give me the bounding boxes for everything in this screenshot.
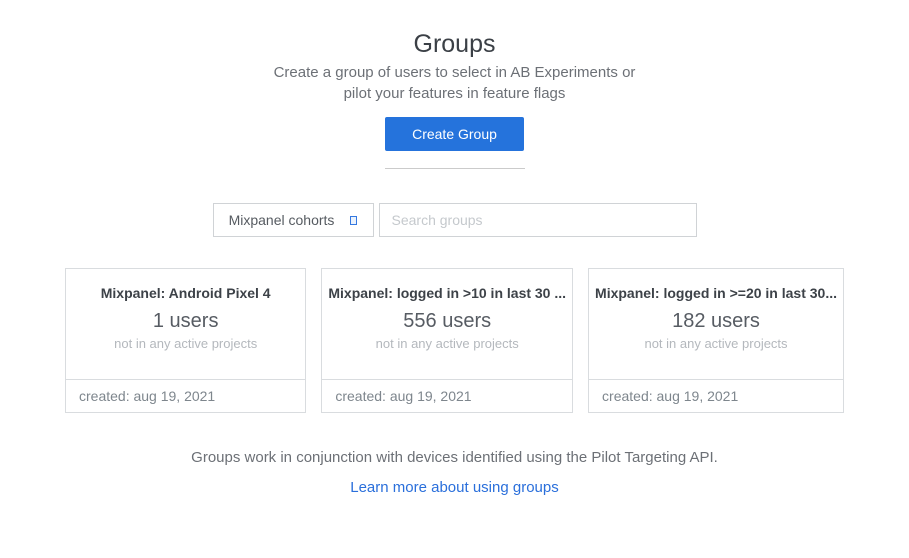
group-title: Mixpanel: logged in >10 in last 30 ... [322,284,572,302]
group-title: Mixpanel: Android Pixel 4 [66,284,305,302]
filter-bar: Mixpanel cohorts [0,203,909,237]
group-user-count: 1 users [66,309,305,333]
group-card-body: Mixpanel: Android Pixel 4 1 users not in… [66,269,305,379]
group-created-date: created: aug 19, 2021 [66,379,305,412]
group-card-body: Mixpanel: logged in >10 in last 30 ... 5… [322,269,572,379]
create-group-button[interactable]: Create Group [385,117,524,151]
cohort-source-dropdown[interactable]: Mixpanel cohorts [213,203,374,237]
groups-info-text: Groups work in conjunction with devices … [0,449,909,466]
group-created-date: created: aug 19, 2021 [322,379,572,412]
group-card-list: Mixpanel: Android Pixel 4 1 users not in… [65,268,844,413]
search-groups-input[interactable] [379,203,697,237]
group-project-status: not in any active projects [322,336,572,351]
group-project-status: not in any active projects [589,336,843,351]
group-title: Mixpanel: logged in >=20 in last 30... [589,284,843,302]
group-user-count: 556 users [322,309,572,333]
learn-more-link[interactable]: Learn more about using groups [350,479,558,496]
group-created-date: created: aug 19, 2021 [589,379,843,412]
group-card-body: Mixpanel: logged in >=20 in last 30... 1… [589,269,843,379]
section-divider [385,168,525,169]
page-title: Groups [0,30,909,58]
group-project-status: not in any active projects [66,336,305,351]
group-user-count: 182 users [589,309,843,333]
group-card[interactable]: Mixpanel: logged in >=20 in last 30... 1… [588,268,844,413]
group-card[interactable]: Mixpanel: Android Pixel 4 1 users not in… [65,268,306,413]
page-subtitle-line2: pilot your features in feature flags [0,83,909,104]
dropdown-indicator-icon [350,216,357,225]
cohort-source-dropdown-label: Mixpanel cohorts [229,212,335,228]
group-card[interactable]: Mixpanel: logged in >10 in last 30 ... 5… [321,268,573,413]
page-subtitle: Create a group of users to select in AB … [0,62,909,104]
page-subtitle-line1: Create a group of users to select in AB … [0,62,909,83]
groups-page: Groups Create a group of users to select… [0,0,909,497]
